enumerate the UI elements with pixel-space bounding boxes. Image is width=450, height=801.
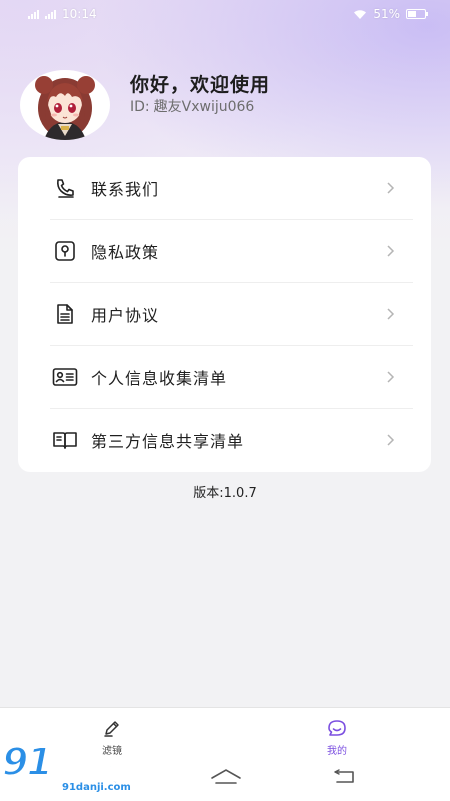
keyhole-icon (52, 238, 78, 264)
battery-percent: 51% (373, 7, 400, 21)
menu-card: 联系我们 隐私政策 用户协议 个人信息收集清单 第三方信息共享清单 (18, 157, 431, 472)
signal-icon-2 (45, 9, 56, 19)
menu-item-label: 第三方信息共享清单 (91, 432, 245, 451)
user-id-value: 趣友Vxwiju066 (153, 99, 255, 115)
menu-item-third-party-sharing-list[interactable]: 第三方信息共享清单 (50, 409, 413, 471)
status-bar: 10:14 51% (0, 0, 450, 28)
battery-fill (408, 11, 416, 17)
menu-item-user-agreement[interactable]: 用户协议 (50, 283, 413, 345)
phone-icon (52, 175, 78, 201)
wifi-icon (354, 9, 367, 19)
profile-tab-icon (328, 720, 346, 736)
menu-item-label: 个人信息收集清单 (91, 369, 228, 388)
tab-mine-label: 我的 (327, 746, 347, 757)
chevron-right-icon (387, 245, 395, 257)
id-card-icon (52, 364, 78, 390)
greeting-title: 你好，欢迎使用 (130, 74, 271, 96)
status-left: 10:14 (28, 7, 97, 21)
status-right: 51% (353, 7, 428, 21)
chevron-right-icon (387, 182, 395, 194)
tab-mine[interactable]: 我的 (307, 718, 367, 758)
open-book-icon (52, 427, 78, 453)
menu-item-privacy-policy[interactable]: 隐私政策 (50, 220, 413, 282)
signal-icon (28, 9, 39, 19)
watermark-number: 91 (1, 739, 54, 785)
watermark-logo: 91 游戏 91danji.com (1, 739, 137, 800)
user-id: ID: 趣友Vxwiju066 (130, 96, 258, 116)
avatar[interactable] (20, 70, 110, 140)
document-icon (52, 301, 78, 327)
battery-icon (406, 9, 428, 19)
back-nav-icon[interactable] (333, 768, 357, 786)
home-nav-icon[interactable] (210, 768, 242, 786)
menu-item-contact-us[interactable]: 联系我们 (50, 157, 413, 219)
watermark-url: 91danji.com (62, 782, 131, 793)
chevron-right-icon (387, 308, 395, 320)
status-time: 10:14 (62, 7, 97, 21)
pencil-icon (104, 721, 119, 737)
menu-item-label: 用户协议 (91, 306, 160, 325)
chevron-right-icon (387, 434, 395, 446)
menu-item-personal-info-list[interactable]: 个人信息收集清单 (50, 346, 413, 408)
version-text: 版本:1.0.7 (193, 486, 257, 501)
user-id-label: ID: (130, 99, 150, 115)
menu-item-label: 隐私政策 (91, 243, 160, 262)
menu-item-label: 联系我们 (91, 180, 160, 199)
chevron-right-icon (387, 371, 395, 383)
